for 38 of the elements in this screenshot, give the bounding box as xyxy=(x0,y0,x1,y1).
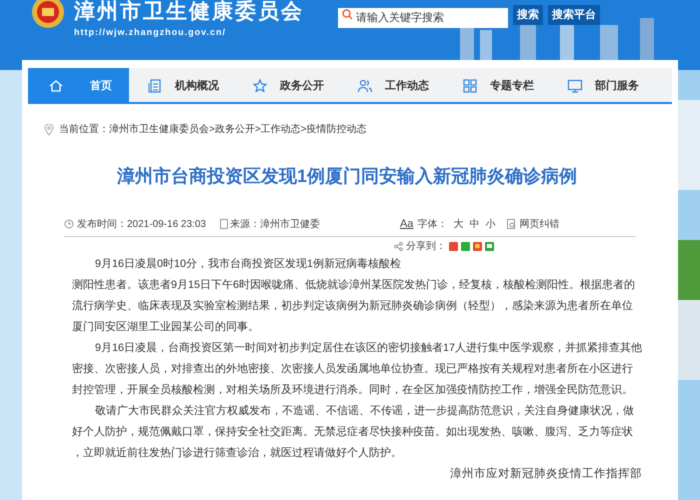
signature: 漳州市应对新冠肺炎疫情工作指挥部 xyxy=(450,466,643,482)
nav-tab[interactable]: 专题专栏 xyxy=(444,68,549,104)
star-icon xyxy=(252,78,268,94)
home-icon xyxy=(48,78,64,94)
paragraph: 敬请广大市民群众关注官方权威发布，不造谣、不信谣、不传谣，进一步提高防范意识，关注自身健康状况，做 好个人防护，规范佩戴口罩，保持安全社交距离。无禁忌症者尽快接种疫苗。如出现发热、咳嗽、腹泻、乏力等症状 ，立即就近前往发热门诊进行筛查诊治，就医过程请做好个人防护。 xyxy=(72,404,634,460)
nav-tab[interactable]: 工作动态 xyxy=(339,68,444,104)
error-report-link[interactable]: 网页纠错 xyxy=(519,216,560,232)
article-title: 漳州市台商投资区发现1例厦门同安输入新冠肺炎确诊病例 xyxy=(116,165,578,188)
font-size-label: 字体： xyxy=(417,218,448,232)
grid-icon xyxy=(462,78,478,94)
document-icon xyxy=(147,78,163,94)
monitor-icon xyxy=(567,78,583,94)
nav-tab[interactable]: 部门服务 xyxy=(549,68,654,104)
paragraph: 9月16日凌晨，台商投资区第一时间对初步判定居住在该区的密切接触者17人进行集中医学观察，并抓紧排查其他 密接、次密接人员，对排查出的外地密接、次密接人员发函属地单位协查。现已严格按有关规程对患者所在小区进行 封控管理，开展全员核酸检测，对相关场所及环境进行消杀。同时，在全区加强疫情防控工作，增强全民防范意识。 xyxy=(72,340,642,398)
share-icon xyxy=(394,242,403,250)
font-size-option[interactable]: 大 xyxy=(453,216,464,232)
site-url: http://wjw.zhangzhou.gov.cn/ xyxy=(74,26,227,39)
document-icon xyxy=(220,219,228,230)
share-label: 分享到： xyxy=(406,240,446,254)
publish-time: 发布时间：2021-09-16 23:03 xyxy=(77,218,206,232)
search-button[interactable]: 搜索平台 xyxy=(548,5,600,25)
source: 来源：漳州市卫健委 xyxy=(230,218,320,232)
search-button[interactable]: 搜索 xyxy=(513,5,543,25)
font-size-option[interactable]: 中 xyxy=(469,216,480,232)
site-title: 漳州市卫生健康委员会 xyxy=(74,0,304,24)
font-size-icon: Aa xyxy=(400,216,414,232)
paragraph: 9月16日凌晨0时10分，我市台商投资区发现1例新冠病毒核酸检 测阳性患者。该患者9月15日下午6时因喉咙痛、低烧就诊漳州某医院发热门诊，经复核，核酸检测阳性。根据患者的 流行病学史、临床表现及实验室检测结果，初步判定该病例为新冠肺炎确诊病例（轻型），感染来源为患者所在单位 厦门同安区湖里工业园某公司的同事。 xyxy=(72,256,636,334)
font-size-option[interactable]: 小 xyxy=(485,216,496,232)
search-icon xyxy=(342,9,353,20)
search-field[interactable]: 请输入关键字搜索 xyxy=(338,8,508,28)
breadcrumb: 当前位置：漳州市卫生健康委员会>政务公开>工作动态>疫情防控动态 xyxy=(59,122,367,137)
people-icon xyxy=(357,78,373,94)
nav-tab[interactable]: 首页 xyxy=(28,68,129,104)
nav-tab[interactable]: 机构概况 xyxy=(129,68,234,104)
clock-icon xyxy=(64,219,74,230)
document-search-icon xyxy=(507,219,516,230)
nav-tab[interactable]: 政务公开 xyxy=(234,68,339,104)
location-pin-icon xyxy=(44,124,54,136)
